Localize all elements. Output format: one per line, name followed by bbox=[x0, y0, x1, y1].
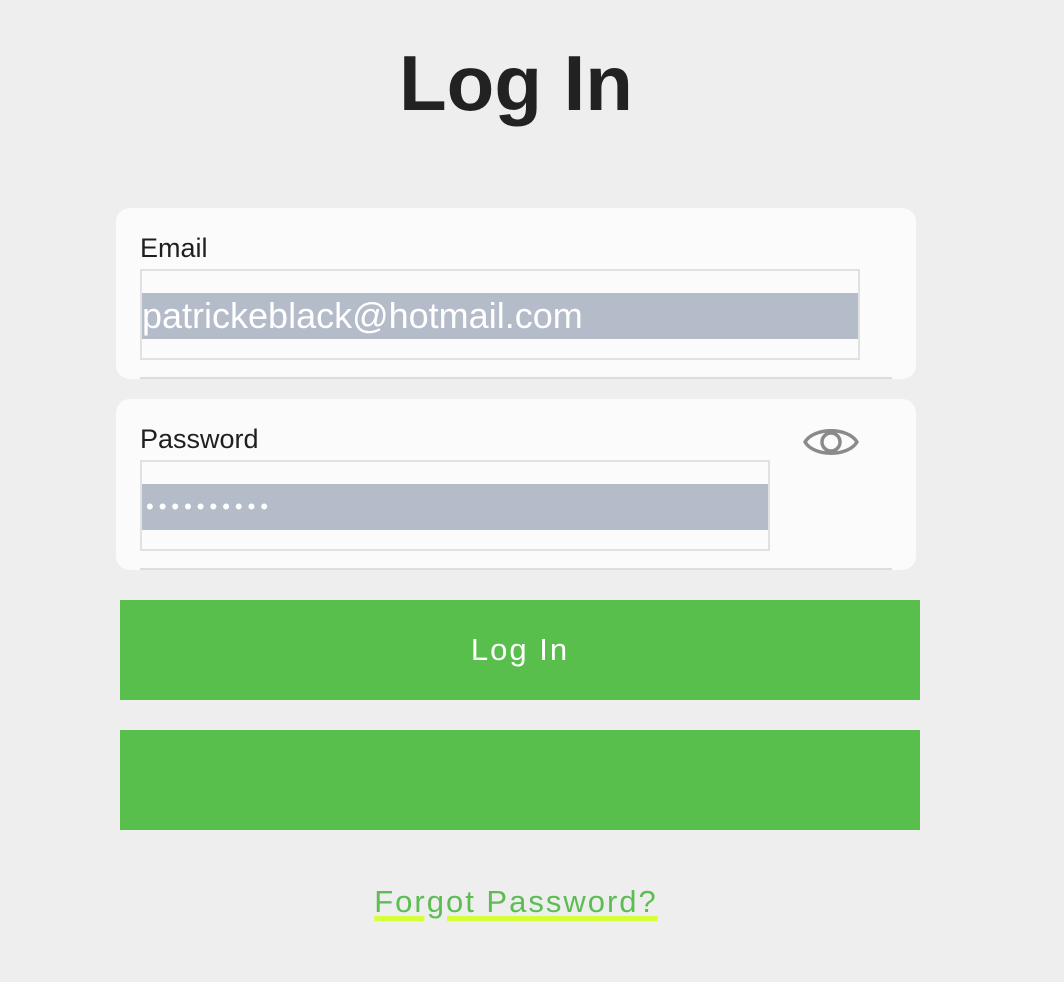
email-label: Email bbox=[140, 233, 208, 263]
password-card: Password •••••••••• bbox=[116, 399, 916, 570]
page-title: Log In bbox=[399, 39, 633, 127]
secondary-button[interactable] bbox=[120, 730, 920, 830]
login-page: Log In Email patrickeblack@hotmail.com P… bbox=[0, 0, 1064, 982]
password-underline bbox=[140, 568, 892, 570]
login-button[interactable]: Log In bbox=[120, 600, 920, 700]
forgot-password-link[interactable]: Forgot Password? bbox=[374, 884, 658, 919]
email-value: patrickeblack@hotmail.com bbox=[142, 295, 583, 336]
email-card: Email patrickeblack@hotmail.com bbox=[116, 208, 916, 379]
password-value: •••••••••• bbox=[146, 494, 274, 519]
forgot-password-container: Forgot Password? bbox=[0, 884, 1032, 920]
eye-icon[interactable] bbox=[802, 419, 860, 465]
email-field[interactable]: patrickeblack@hotmail.com bbox=[140, 269, 860, 360]
email-underline bbox=[140, 377, 892, 379]
password-field[interactable]: •••••••••• bbox=[140, 460, 770, 551]
password-label: Password bbox=[140, 424, 259, 454]
